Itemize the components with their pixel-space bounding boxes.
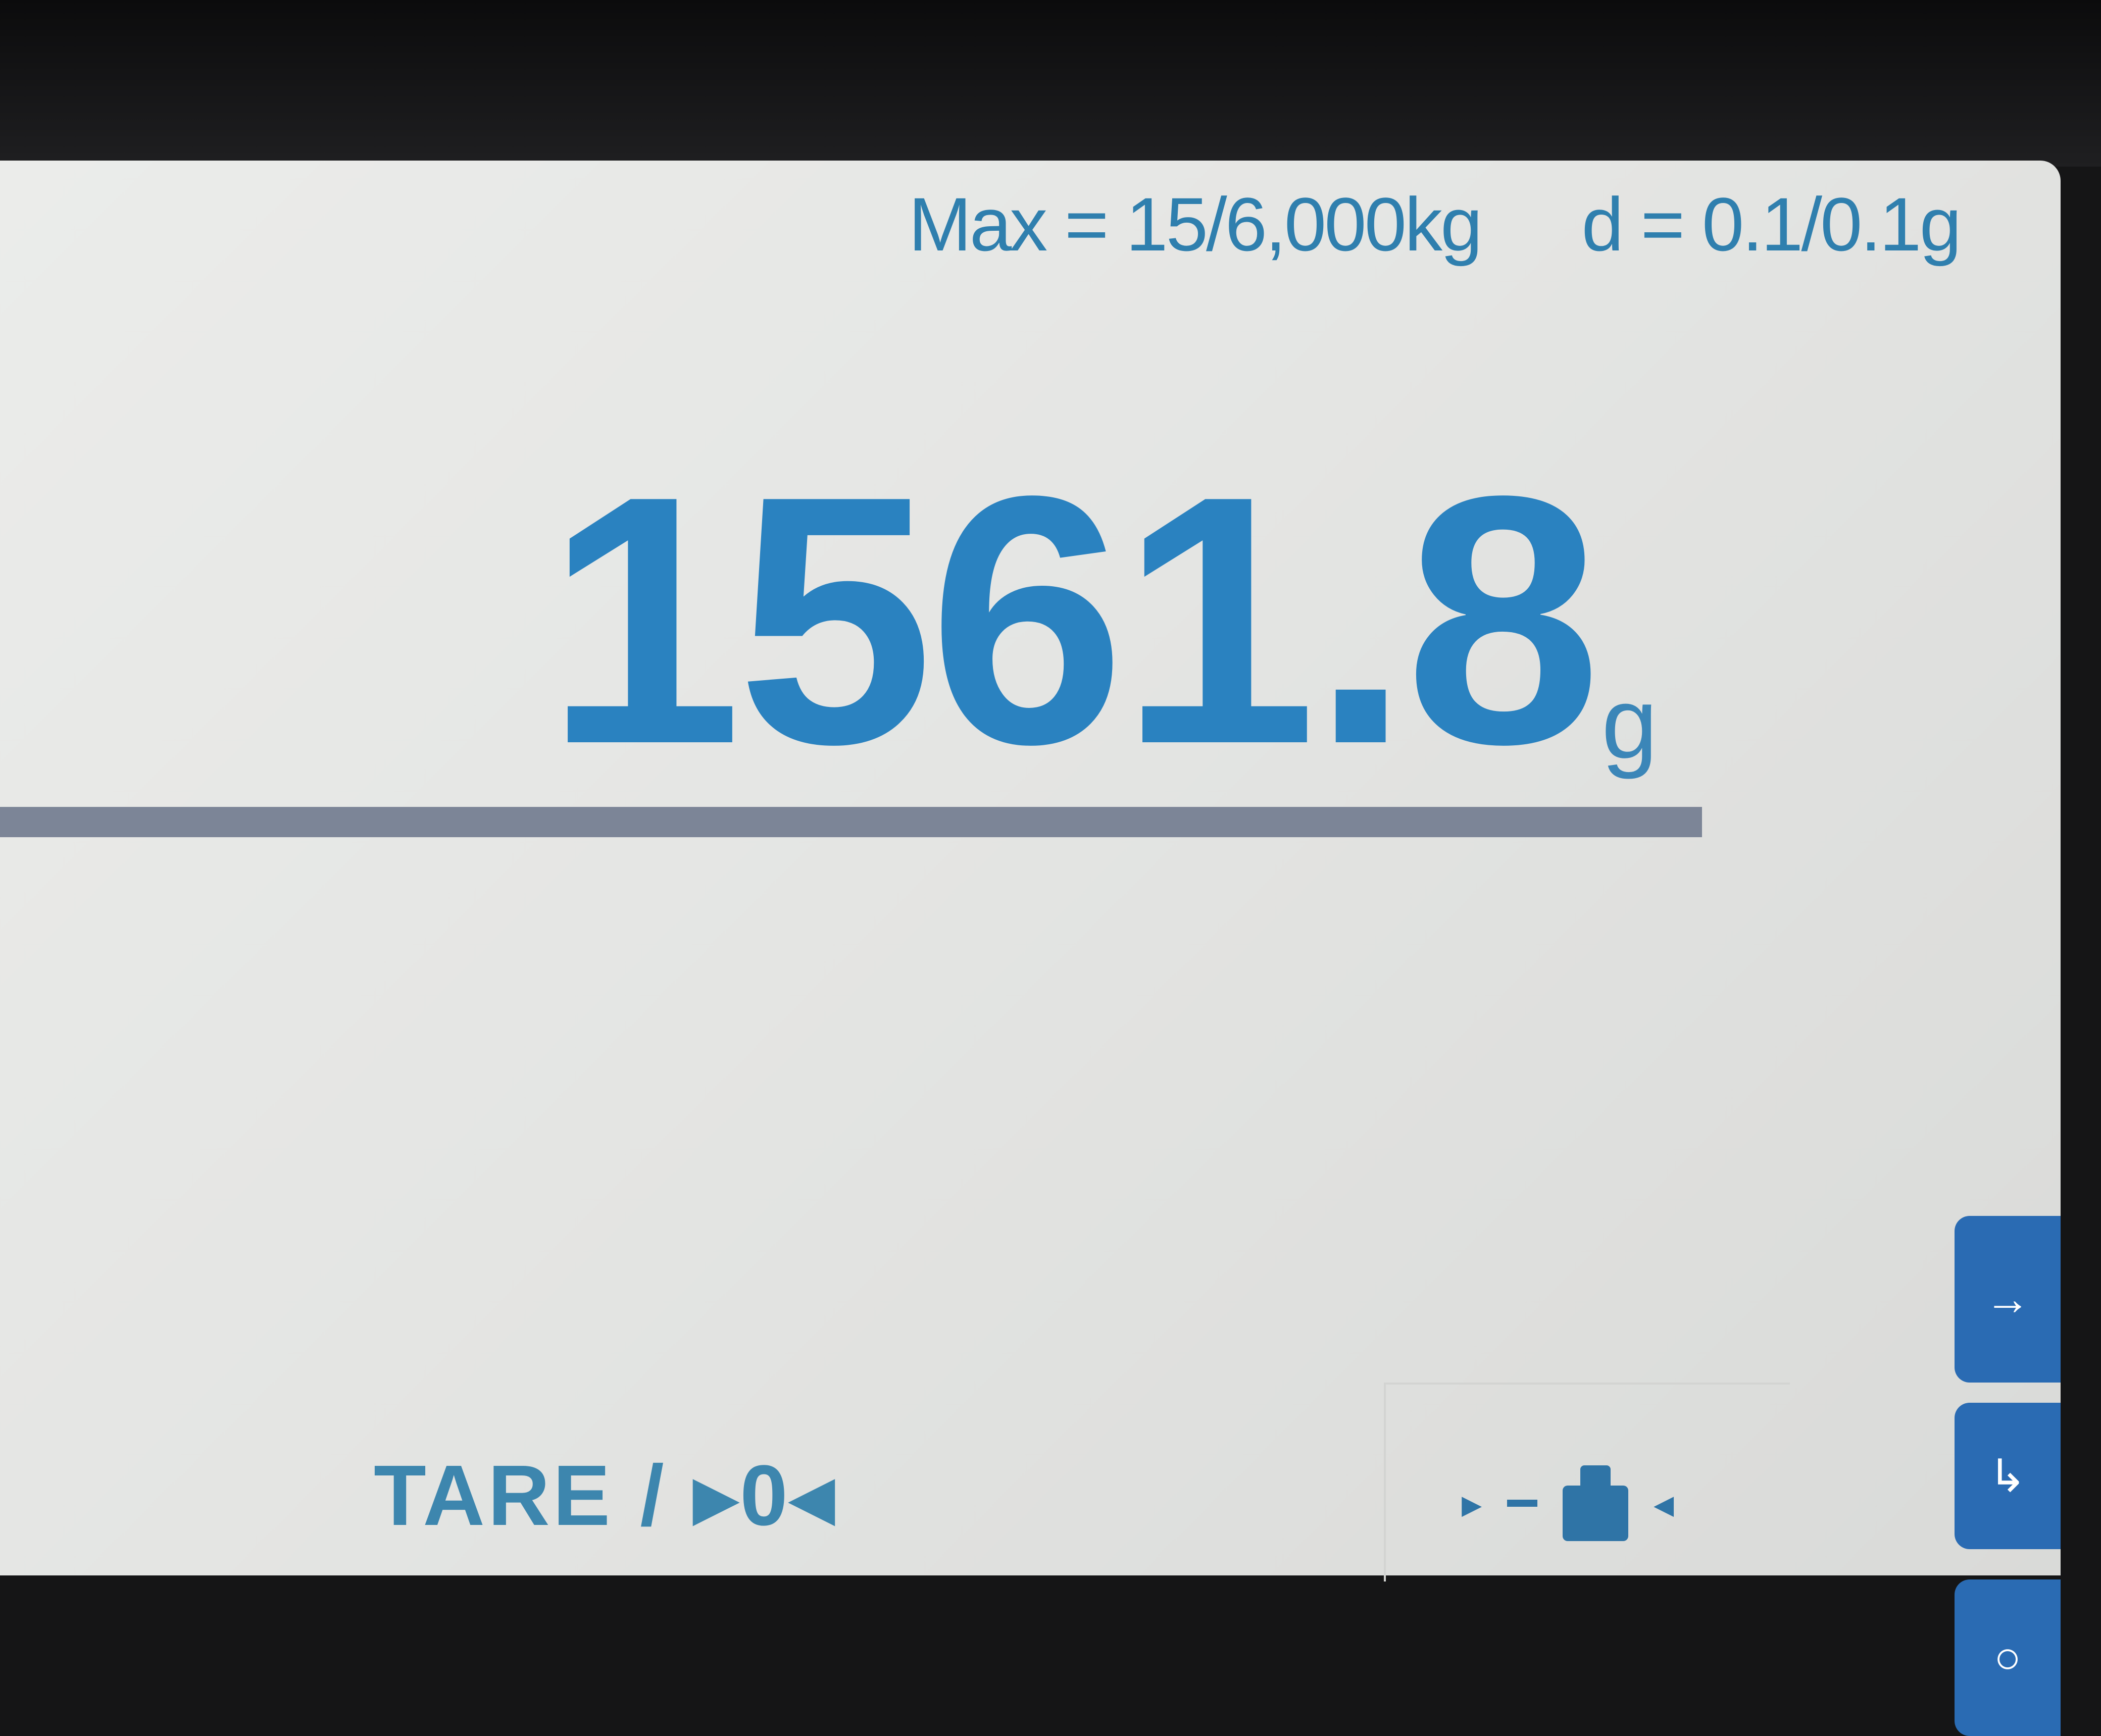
side-button-middle[interactable]: ↳	[1955, 1403, 2061, 1549]
weight-divider-bar	[0, 807, 1702, 837]
weight-value: 1561.8	[545, 423, 1602, 818]
side-button-bottom[interactable]: ○	[1955, 1579, 2061, 1736]
status-indicator-box: ▸ ◂	[1384, 1383, 1790, 1581]
scale-spec-header: Max = 15/6,000kg d = 0.1/0.1g	[908, 181, 1962, 268]
scale-screen: Max = 15/6,000kg d = 0.1/0.1g 1561.8 g T…	[0, 161, 2061, 1736]
weight-unit: g	[1602, 667, 1658, 780]
division-label: d = 0.1/0.1g	[1581, 182, 1962, 267]
tare-zero-button[interactable]: TARE / ▸0◂	[374, 1446, 837, 1546]
power-icon: ○	[1993, 1632, 2022, 1683]
weight-icon	[1563, 1465, 1629, 1541]
arrow-icon: →	[1985, 1273, 2030, 1324]
stability-indicator: ▸ ◂	[1462, 1465, 1674, 1541]
weight-readout: 1561.8 g	[545, 423, 1658, 818]
print-icon: ↳	[1988, 1451, 2027, 1502]
side-button-top[interactable]: →	[1955, 1216, 2061, 1383]
right-arrow-icon: ◂	[1654, 1480, 1674, 1526]
left-arrow-icon: ▸	[1462, 1480, 1482, 1526]
max-capacity-label: Max = 15/6,000kg	[908, 182, 1483, 267]
monitor-bezel	[0, 0, 2101, 167]
dash-icon	[1507, 1500, 1538, 1507]
